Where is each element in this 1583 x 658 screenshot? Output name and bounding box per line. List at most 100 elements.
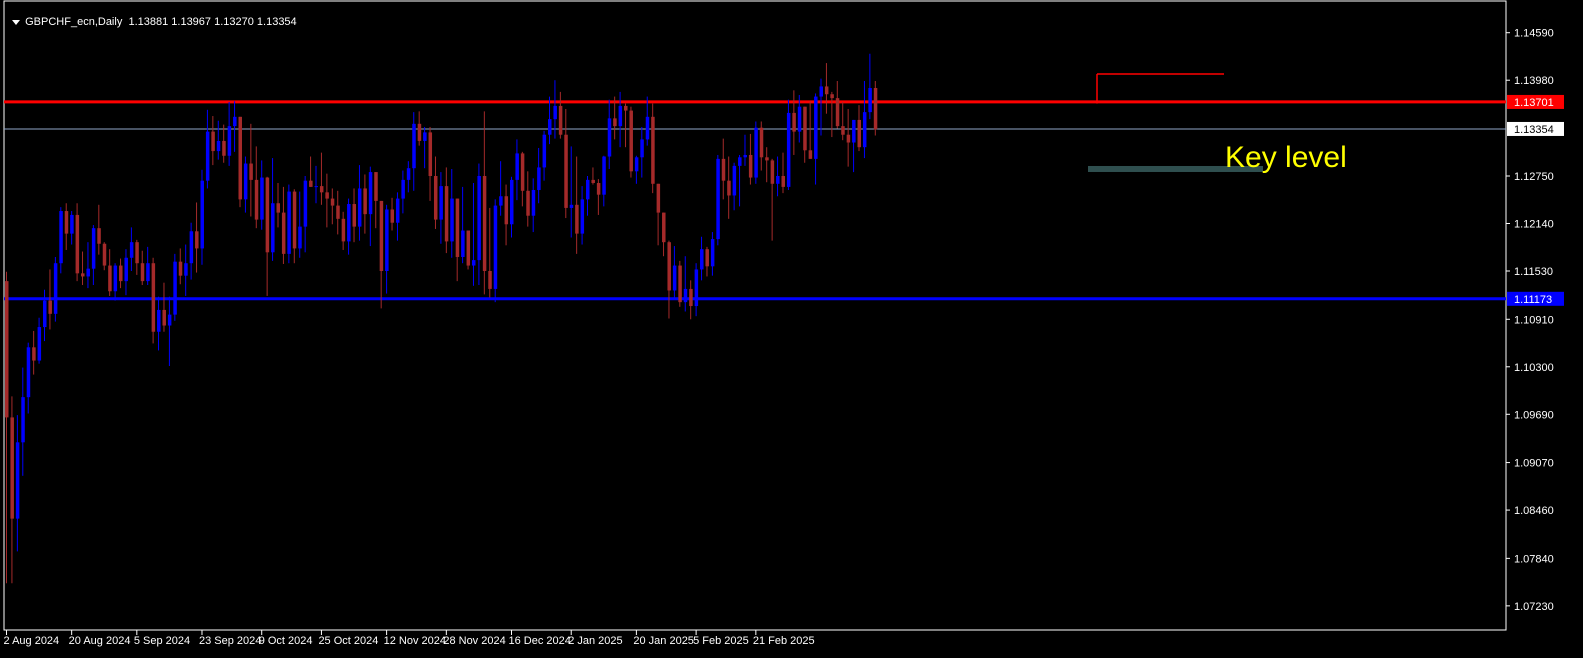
candle-body [5, 281, 9, 418]
candle-body [281, 212, 286, 254]
candle-body [852, 119, 856, 143]
candle-body [716, 158, 720, 240]
x-tick-label: 21 Feb 2025 [753, 635, 815, 647]
candle-body [309, 180, 313, 187]
candle-body [656, 183, 661, 213]
candle-body [738, 157, 742, 166]
candle-body [493, 205, 498, 289]
candle-body [37, 327, 42, 361]
candle-body [797, 106, 802, 132]
y-tick-label: 1.07230 [1514, 601, 1554, 613]
candle-body [721, 158, 726, 181]
candle-body [412, 123, 416, 169]
candle-body [705, 249, 709, 267]
candle-body [303, 180, 308, 227]
candle-body [102, 243, 107, 266]
candles [5, 53, 878, 584]
candle-body [298, 226, 302, 249]
candle-body [146, 263, 150, 282]
candle-body [352, 204, 357, 227]
symbol-timeframe: GBPCHF_ecn,Daily [25, 16, 123, 29]
candle-body [613, 118, 617, 127]
candle-body [461, 230, 465, 257]
candle-body [471, 260, 476, 266]
candle-body [157, 309, 161, 332]
candle-body [830, 94, 834, 99]
candle-body [243, 163, 248, 200]
candle-body [444, 186, 449, 242]
candle-body [765, 157, 769, 161]
candle-body [662, 212, 666, 243]
candle-body [53, 263, 58, 314]
level-price-label: 1.11173 [1514, 294, 1552, 306]
candle-body [97, 228, 101, 244]
candle-body [205, 131, 210, 181]
candle-body [672, 265, 677, 291]
y-tick-label: 1.14590 [1514, 28, 1554, 40]
candle-body [618, 105, 623, 127]
candle-body [113, 265, 118, 292]
candle-body [575, 204, 579, 234]
y-tick-label: 1.10910 [1514, 314, 1554, 326]
candle-body [401, 179, 405, 199]
candle-body [59, 211, 63, 264]
candle-body [596, 183, 601, 195]
candle-body [710, 239, 715, 267]
candle-body [841, 126, 845, 135]
candle-body [624, 105, 628, 111]
candle-body [580, 199, 585, 234]
candle-body [846, 134, 851, 143]
candle-body [140, 263, 145, 282]
candle-body [336, 205, 340, 219]
x-tick-label: 5 Feb 2025 [693, 635, 749, 647]
candle-body [330, 198, 335, 206]
x-tick-label: 2 Jan 2025 [568, 635, 622, 647]
y-tick-label: 1.12750 [1514, 171, 1554, 183]
candle-body [48, 300, 52, 314]
candle-body [640, 139, 644, 158]
key-level-label: Key level [1225, 141, 1347, 174]
candle-body [423, 132, 427, 141]
candle-body [10, 417, 14, 519]
candle-body [482, 175, 487, 272]
candle-body [151, 263, 156, 332]
candle-body [379, 200, 384, 272]
candle-body [542, 134, 547, 168]
candle-body [569, 204, 574, 208]
candle-body [667, 242, 671, 291]
candle-body [249, 163, 253, 180]
candle-body [26, 347, 31, 398]
candle-body [81, 273, 85, 277]
candle-body [439, 186, 443, 220]
candle-body [727, 180, 731, 196]
x-tick-label: 9 Oct 2024 [259, 635, 313, 647]
candle-body [395, 198, 400, 223]
candle-body [363, 188, 367, 215]
candle-body [368, 172, 373, 215]
candle-body [406, 168, 411, 180]
candle-body [43, 300, 47, 328]
y-tick-label: 1.08460 [1514, 505, 1554, 517]
candle-body [537, 167, 541, 191]
candle-body [15, 442, 20, 519]
candle-body [786, 112, 791, 187]
candle-body [694, 269, 699, 307]
candle-body [743, 154, 747, 158]
dropdown-triangle-icon[interactable] [12, 19, 21, 25]
x-tick-label: 5 Sep 2024 [134, 635, 190, 647]
candle-body [86, 268, 90, 277]
candle-body [108, 265, 112, 292]
x-tick-label: 12 Nov 2024 [384, 635, 446, 647]
candle-body [374, 172, 378, 201]
x-tick-label: 28 Nov 2024 [443, 635, 505, 647]
candle-body [515, 153, 519, 180]
candle-body [873, 87, 878, 130]
y-tick-label: 1.10300 [1514, 362, 1554, 374]
candle-body [433, 175, 438, 220]
y-tick-label: 1.13980 [1514, 75, 1554, 87]
candle-body [651, 116, 655, 184]
candle-body [862, 112, 867, 148]
x-tick-label: 16 Dec 2024 [508, 635, 570, 647]
candle-body [678, 265, 682, 303]
level-price-label: 1.13701 [1514, 97, 1554, 109]
